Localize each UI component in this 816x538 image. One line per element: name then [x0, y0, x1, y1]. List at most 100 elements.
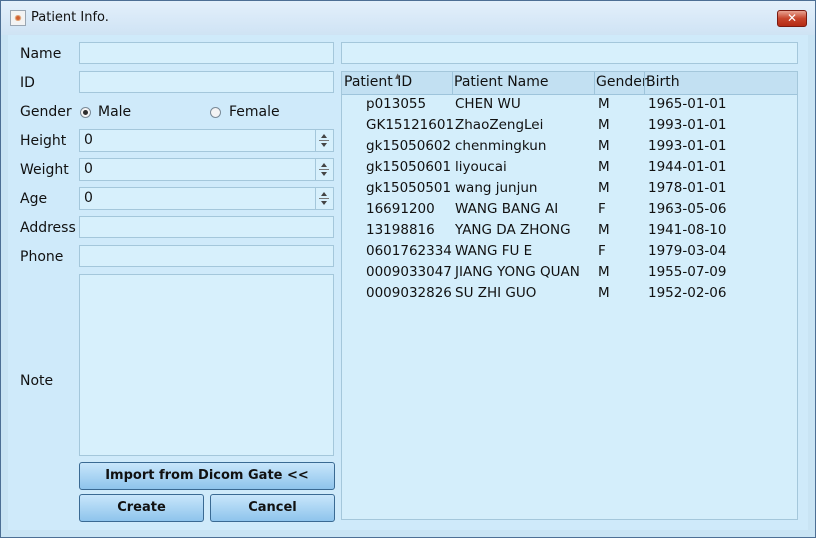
note-textarea[interactable] — [79, 274, 334, 456]
title-bar[interactable]: Patient Info. ✕ — [1, 1, 815, 35]
phone-field[interactable] — [79, 245, 334, 267]
sort-indicator-icon: ▲ — [395, 72, 401, 80]
height-value: 0 — [84, 132, 93, 148]
cell-gender: M — [598, 138, 610, 154]
weight-value: 0 — [84, 161, 93, 177]
cell-patient-id: gk15050601 — [366, 159, 452, 175]
address-field[interactable] — [79, 216, 334, 238]
spin-up-icon[interactable] — [321, 163, 327, 167]
table-row[interactable]: 0601762334 WANG FU E F 1979-03-04 — [342, 241, 797, 262]
create-button[interactable]: Create — [79, 494, 204, 522]
table-row[interactable]: 0009033047 JIANG YONG QUAN M 1955-07-09 — [342, 262, 797, 283]
age-spin-buttons[interactable] — [315, 188, 333, 209]
close-button[interactable]: ✕ — [777, 10, 807, 27]
cell-patient-name: ZhaoZengLei — [455, 117, 544, 133]
name-label: Name — [20, 46, 62, 62]
height-label: Height — [20, 133, 67, 149]
cell-patient-name: WANG FU E — [455, 243, 533, 259]
cell-gender: M — [598, 222, 610, 238]
table-header: Patient ID ▲ Patient Name Gender Birth — [342, 72, 797, 95]
cell-gender: M — [598, 180, 610, 196]
cell-patient-id: 0601762334 — [366, 243, 452, 259]
column-header-birth[interactable]: Birth — [646, 74, 680, 90]
cell-gender: M — [598, 285, 610, 301]
patient-table[interactable]: Patient ID ▲ Patient Name Gender Birth p… — [341, 71, 798, 520]
cell-patient-name: SU ZHI GUO — [455, 285, 537, 301]
weight-label: Weight — [20, 162, 69, 178]
import-dicom-button[interactable]: Import from Dicom Gate << — [79, 462, 335, 490]
cell-patient-id: GK15121601 — [366, 117, 455, 133]
cell-gender: F — [598, 243, 606, 259]
cell-patient-name: YANG DA ZHONG — [455, 222, 571, 238]
cell-patient-name: liyoucai — [455, 159, 507, 175]
cell-patient-id: 0009032826 — [366, 285, 452, 301]
cell-patient-name: CHEN WU — [455, 96, 521, 112]
spin-up-icon[interactable] — [321, 134, 327, 138]
table-row[interactable]: GK15121601 ZhaoZengLei M 1993-01-01 — [342, 115, 797, 136]
cell-patient-name: chenmingkun — [455, 138, 547, 154]
table-row[interactable]: gk15050602 chenmingkun M 1993-01-01 — [342, 136, 797, 157]
table-row[interactable]: p013055 CHEN WU M 1965-01-01 — [342, 94, 797, 115]
age-stepper[interactable]: 0 — [79, 187, 334, 210]
cell-gender: M — [598, 264, 610, 280]
table-row[interactable]: gk15050601 liyoucai M 1944-01-01 — [342, 157, 797, 178]
table-row[interactable]: 16691200 WANG BANG AI F 1963-05-06 — [342, 199, 797, 220]
address-label: Address — [20, 220, 76, 236]
window-title: Patient Info. — [31, 10, 109, 25]
cell-patient-id: p013055 — [366, 96, 427, 112]
cell-birth: 1979-03-04 — [648, 243, 727, 259]
cell-gender: M — [598, 159, 610, 175]
search-input[interactable] — [341, 42, 798, 64]
column-header-gender[interactable]: Gender — [596, 74, 648, 90]
cell-birth: 1963-05-06 — [648, 201, 727, 217]
female-radio[interactable] — [210, 107, 221, 118]
male-radio[interactable] — [80, 107, 91, 118]
cell-patient-id: 0009033047 — [366, 264, 452, 280]
cell-gender: F — [598, 201, 606, 217]
cell-patient-name: wang junjun — [455, 180, 538, 196]
cell-birth: 1944-01-01 — [648, 159, 727, 175]
cancel-button[interactable]: Cancel — [210, 494, 335, 522]
table-row[interactable]: 0009032826 SU ZHI GUO M 1952-02-06 — [342, 283, 797, 304]
height-stepper[interactable]: 0 — [79, 129, 334, 152]
column-header-patient-id[interactable]: Patient ID — [344, 74, 412, 90]
table-row[interactable]: gk15050501 wang junjun M 1978-01-01 — [342, 178, 797, 199]
note-label: Note — [20, 373, 54, 389]
cell-birth: 1952-02-06 — [648, 285, 727, 301]
cell-birth: 1978-01-01 — [648, 180, 727, 196]
cell-patient-id: 16691200 — [366, 201, 435, 217]
cell-patient-name: JIANG YONG QUAN — [455, 264, 580, 280]
name-field[interactable] — [79, 42, 334, 64]
age-value: 0 — [84, 190, 93, 206]
id-field[interactable] — [79, 71, 334, 93]
age-label: Age — [20, 191, 48, 207]
cell-gender: M — [598, 117, 610, 133]
gender-label: Gender — [20, 104, 72, 120]
male-radio-label[interactable]: Male — [98, 104, 131, 120]
patient-info-dialog: Patient Info. ✕ Name ID Gender Male Fema… — [0, 0, 816, 538]
dialog-body: Name ID Gender Male Female Height 0 Weig… — [8, 35, 808, 530]
cell-gender: M — [598, 96, 610, 112]
cell-birth: 1941-08-10 — [648, 222, 727, 238]
cell-patient-id: gk15050501 — [366, 180, 452, 196]
cell-birth: 1993-01-01 — [648, 117, 727, 133]
spin-up-icon[interactable] — [321, 192, 327, 196]
weight-stepper[interactable]: 0 — [79, 158, 334, 181]
cell-patient-id: gk15050602 — [366, 138, 452, 154]
weight-spin-buttons[interactable] — [315, 159, 333, 180]
cell-patient-name: WANG BANG AI — [455, 201, 559, 217]
app-icon — [10, 10, 26, 26]
id-label: ID — [20, 75, 35, 91]
phone-label: Phone — [20, 249, 64, 265]
table-row[interactable]: 13198816 YANG DA ZHONG M 1941-08-10 — [342, 220, 797, 241]
column-header-patient-name[interactable]: Patient Name — [454, 74, 549, 90]
cell-patient-id: 13198816 — [366, 222, 435, 238]
female-radio-label[interactable]: Female — [229, 104, 280, 120]
cell-birth: 1955-07-09 — [648, 264, 727, 280]
cell-birth: 1965-01-01 — [648, 96, 727, 112]
height-spin-buttons[interactable] — [315, 130, 333, 151]
spin-down-icon[interactable] — [321, 143, 327, 147]
cell-birth: 1993-01-01 — [648, 138, 727, 154]
spin-down-icon[interactable] — [321, 172, 327, 176]
spin-down-icon[interactable] — [321, 201, 327, 205]
